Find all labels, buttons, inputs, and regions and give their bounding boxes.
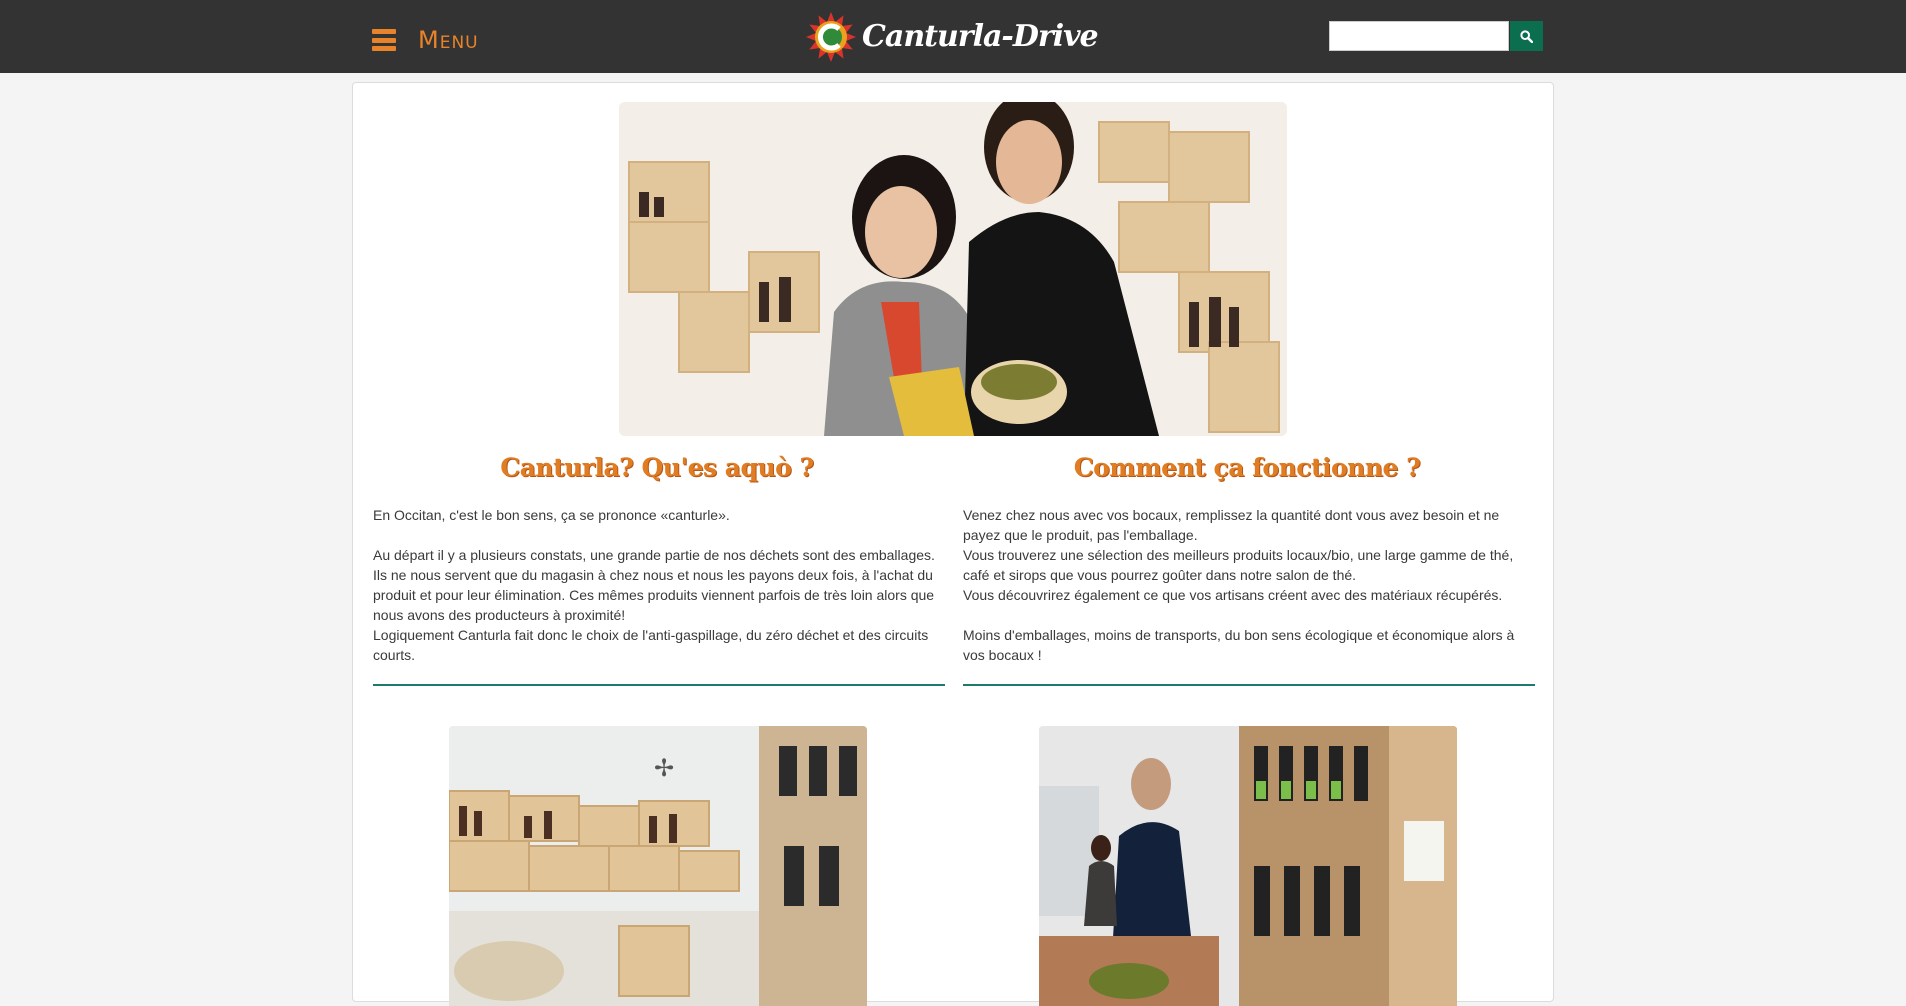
paragraph: Vous découvrirez également ce que vos ar… [963,587,1503,603]
paragraph: En Occitan, c'est le bon sens, ça se pro… [373,507,730,523]
sun-logo-icon [806,12,856,62]
hero-image [619,102,1287,436]
paragraph: Venez chez nous avec vos bocaux, remplis… [963,507,1500,543]
logo-text: Canturla-Drive [862,18,1099,54]
menu-label: Menu [418,26,479,54]
divider-left [373,684,945,686]
customer-photo [1039,726,1457,1006]
section-title-canturla: Canturla? Qu'es aquò ? [500,453,814,482]
site-logo[interactable]: Canturla-Drive [804,10,1099,62]
main-content-card: Canturla? Qu'es aquò ? Comment ça foncti… [352,82,1554,1006]
hero-photo-shop-owners [619,102,1287,436]
divider-right [963,684,1535,686]
paragraph: Logiquement Canturla fait donc le choix … [373,627,929,663]
paragraph: Vous trouverez une sélection des meilleu… [963,547,1514,583]
search-button[interactable] [1510,21,1543,51]
search-input[interactable] [1329,21,1509,51]
svg-text:✢: ✢ [654,754,674,782]
hamburger-icon [372,29,396,51]
customer-at-dispensers-photo [1039,726,1457,1006]
section-title-how-it-works: Comment ça fonctionne ? [1073,453,1421,482]
paragraph: Au départ il y a plusieurs constats, une… [373,547,935,623]
how-it-works-description: Venez chez nous avec vos bocaux, remplis… [963,505,1535,665]
shop-shelves-photo: ✢ [449,726,867,1006]
search-icon [1520,29,1533,43]
canturla-description: En Occitan, c'est le bon sens, ça se pro… [373,505,945,665]
menu-button[interactable]: Menu [372,26,479,54]
shop-interior-photo: ✢ [449,726,867,1006]
top-navbar: Menu Canturla-Drive [0,0,1906,73]
paragraph: Moins d'emballages, moins de transports,… [963,627,1515,663]
